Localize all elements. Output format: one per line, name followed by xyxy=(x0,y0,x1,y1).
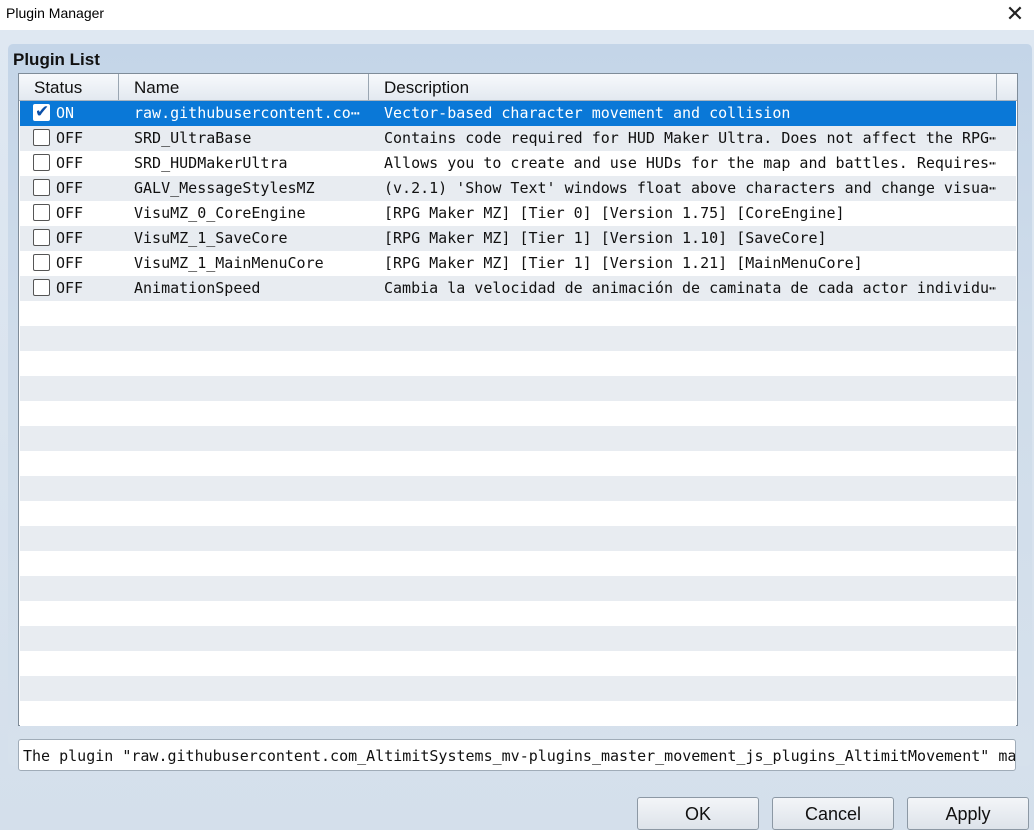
table-header: Status Name Description xyxy=(19,74,1017,101)
description-cell: (v.2.1) 'Show Text' windows float above … xyxy=(384,179,996,197)
name-cell: SRD_HUDMakerUltra xyxy=(134,154,288,172)
status-cell: OFF xyxy=(56,229,84,247)
cancel-button[interactable]: Cancel xyxy=(772,797,894,830)
table-row[interactable]: ✔ ON raw.githubusercontent.co⋯ Vector-ba… xyxy=(20,101,1016,126)
status-cell: OFF xyxy=(56,129,84,147)
description-cell: [RPG Maker MZ] [Tier 1] [Version 1.10] [… xyxy=(384,229,827,247)
name-cell: AnimationSpeed xyxy=(134,279,261,297)
name-cell: VisuMZ_0_CoreEngine xyxy=(134,204,306,222)
window-title: Plugin Manager xyxy=(6,5,105,21)
column-header-name[interactable]: Name xyxy=(119,74,369,100)
column-header-description[interactable]: Description xyxy=(369,74,997,100)
description-cell: Vector-based character movement and coll… xyxy=(384,104,791,122)
plugin-list-label: Plugin List xyxy=(13,50,100,69)
ok-button[interactable]: OK xyxy=(637,797,759,830)
table-row[interactable]: OFF GALV_MessageStylesMZ (v.2.1) 'Show T… xyxy=(20,176,1016,201)
enable-checkbox[interactable]: ✔ xyxy=(33,102,50,122)
description-cell: Allows you to create and use HUDs for th… xyxy=(384,154,996,172)
table-row[interactable]: OFF SRD_HUDMakerUltra Allows you to crea… xyxy=(20,151,1016,176)
table-row[interactable]: OFF VisuMZ_1_SaveCore [RPG Maker MZ] [Ti… xyxy=(20,226,1016,251)
table-row[interactable]: OFF SRD_UltraBase Contains code required… xyxy=(20,126,1016,151)
status-cell: OFF xyxy=(56,154,84,172)
status-cell: OFF xyxy=(56,254,84,272)
plugin-table[interactable]: Status Name Description ✔ ON raw.githubu… xyxy=(18,73,1018,726)
column-header-status[interactable]: Status xyxy=(19,74,119,100)
name-cell: SRD_UltraBase xyxy=(134,129,252,147)
enable-checkbox[interactable] xyxy=(33,254,50,271)
status-cell: OFF xyxy=(56,204,84,222)
table-body: ✔ ON raw.githubusercontent.co⋯ Vector-ba… xyxy=(20,101,1016,301)
name-cell: GALV_MessageStylesMZ xyxy=(134,179,315,197)
enable-checkbox[interactable] xyxy=(33,179,50,196)
table-row[interactable]: OFF AnimationSpeed Cambia la velocidad d… xyxy=(20,276,1016,301)
name-cell: VisuMZ_1_SaveCore xyxy=(134,229,288,247)
apply-button[interactable]: Apply xyxy=(907,797,1029,830)
status-cell: OFF xyxy=(56,179,84,197)
enable-checkbox[interactable] xyxy=(33,129,50,146)
enable-checkbox[interactable] xyxy=(33,229,50,246)
status-cell: ON xyxy=(56,104,75,122)
description-cell: [RPG Maker MZ] [Tier 0] [Version 1.75] [… xyxy=(384,204,845,222)
title-bar: Plugin Manager ✕ xyxy=(0,0,1034,30)
description-cell: Cambia la velocidad de animación de cami… xyxy=(384,279,996,297)
name-cell: raw.githubusercontent.co⋯ xyxy=(134,104,360,122)
table-row[interactable]: OFF VisuMZ_1_MainMenuCore [RPG Maker MZ]… xyxy=(20,251,1016,276)
empty-row-stripes xyxy=(20,301,1016,726)
column-header-filler xyxy=(997,74,1017,100)
description-cell: Contains code required for HUD Maker Ult… xyxy=(384,129,996,147)
enable-checkbox[interactable] xyxy=(33,279,50,296)
checkmark-icon: ✔ xyxy=(35,102,50,122)
description-cell: [RPG Maker MZ] [Tier 1] [Version 1.21] [… xyxy=(384,254,863,272)
close-icon[interactable]: ✕ xyxy=(1000,0,1030,28)
enable-checkbox[interactable] xyxy=(33,154,50,171)
plugin-help-text: The plugin "raw.githubusercontent.com_Al… xyxy=(18,739,1016,771)
enable-checkbox[interactable] xyxy=(33,204,50,221)
table-row[interactable]: OFF VisuMZ_0_CoreEngine [RPG Maker MZ] [… xyxy=(20,201,1016,226)
name-cell: VisuMZ_1_MainMenuCore xyxy=(134,254,324,272)
status-cell: OFF xyxy=(56,279,84,297)
